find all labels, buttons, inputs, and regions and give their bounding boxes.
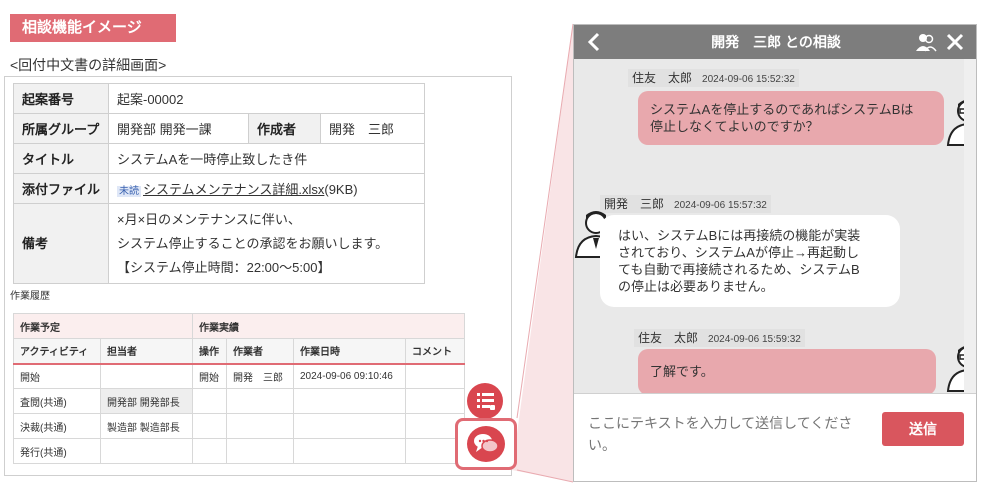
row-comment [405,363,465,389]
users-icon[interactable] [914,32,938,52]
close-icon[interactable] [946,33,964,51]
document-info-table: 起案番号 起案-00002 所属グループ 開発部 開発一課 作成者 開発 三郎 … [13,83,425,284]
row-datetime [293,388,406,414]
message-line: ても自動で再接続されるため、システムB [618,262,860,277]
message-input[interactable] [588,412,868,462]
history-label: 作業履歴 [10,291,50,302]
row-activity: 開始 [13,363,101,389]
creator-label: 作成者 [248,113,321,144]
row-worker [226,388,294,414]
plan-group-header: 作業予定 [13,313,193,339]
row-worker: 開発 三郎 [226,363,294,389]
message-bubble: システムAを停止するのであればシステムBは 停止しなくてよいのですか？ [638,91,944,145]
attachment-label: 添付ファイル [13,173,109,204]
col-assignee: 担当者 [100,338,193,365]
sender-name: 住友 太郎 [638,331,699,345]
remarks-line: システム停止することの承認をお願いします。 [117,235,389,251]
row-operation [192,438,227,464]
row-datetime [293,438,406,464]
table-row: 開始 開始 開発 三郎 2024-09-06 09:10:46 [13,363,465,389]
message-line: の停止は必要ありません。 [618,279,774,294]
message-meta: 住友 太郎 2024-09-06 15:52:32 [628,69,799,87]
message-bubble: はい、システムBには再接続の機能が実装 されており、システムAが停止→再起動し … [600,215,900,307]
message-line: 停止しなくてよいのですか？ [650,119,819,134]
remarks-line: 【システム停止時間：22:00〜5:00】 [117,259,331,275]
remarks-value: ×月×日のメンテナンスに伴い、 システム停止することの承認をお願いします。 【シ… [108,203,425,284]
proposal-no-label: 起案番号 [13,83,109,114]
document-detail-panel: 起案番号 起案-00002 所属グループ 開発部 開発一課 作成者 開発 三郎 … [4,76,512,476]
title-label: タイトル [13,143,109,174]
message-line: されており、システムAが停止→再起動し [618,245,859,260]
message-line: はい、システムBには再接続の機能が実装 [618,228,861,243]
chat-icon [474,434,499,453]
message-meta: 住友 太郎 2024-09-06 15:59:32 [634,329,805,347]
row-worker [226,438,294,464]
chat-scrollbar[interactable] [964,59,976,393]
send-button[interactable]: 送信 [882,412,964,446]
table-row: 査閲(共通) 開発部 開発部長 [13,388,465,414]
row-datetime [293,413,406,439]
message-time: 2024-09-06 15:57:32 [674,200,767,211]
col-comment: コメント [405,338,465,365]
row-operation: 開始 [192,363,227,389]
title-value: システムAを一時停止致したき件 [108,143,425,174]
chat-fab-button[interactable] [467,426,505,462]
sender-name: 住友 太郎 [632,71,693,85]
row-assignee [100,438,193,464]
row-activity: 査閲(共通) [13,388,101,414]
message-time: 2024-09-06 15:52:32 [702,74,795,85]
message-bubble: 了解です。 [638,349,936,395]
row-assignee: 製造部 製造部長 [100,413,193,439]
list-fab-button[interactable] [467,383,503,419]
creator-value: 開発 三郎 [320,113,425,144]
consultation-chat-panel: 開発 三郎 との相談 住友 太郎 2024-09-06 15:52:32 システム… [573,24,977,482]
group-value: 開発部 開発一課 [108,113,249,144]
row-operation [192,388,227,414]
attachment-size: (9KB) [324,182,358,197]
row-comment [405,388,465,414]
row-worker [226,413,294,439]
col-activity: アクティビティ [13,338,101,365]
message-list[interactable]: 住友 太郎 2024-09-06 15:52:32 システムAを停止するのであれば… [574,59,976,395]
unread-badge: 未読 [117,186,141,197]
col-worker: 作業者 [226,338,294,365]
message-time: 2024-09-06 15:59:32 [708,334,801,345]
list-icon [477,393,495,410]
message-meta: 開発 三郎 2024-09-06 15:57:32 [600,195,771,213]
remarks-line: ×月×日のメンテナンスに伴い、 [117,211,301,227]
table-row: 決裁(共通) 製造部 製造部長 [13,413,465,439]
table-row: 発行(共通) [13,438,465,464]
message-composer: 送信 [574,393,976,481]
message-line: 了解です。 [650,364,714,379]
row-assignee: 開発部 開発部長 [100,388,193,414]
message-line: システムAを停止するのであればシステムBは [650,102,914,117]
actual-group-header: 作業実績 [192,313,465,339]
row-datetime: 2024-09-06 09:10:46 [293,363,406,389]
screen-subtitle: <回付中文書の詳細画面> [10,57,167,73]
attachment-cell: 未読 システムメンテナンス詳細.xlsx(9KB) [108,173,425,204]
chat-fab-highlight [455,418,517,470]
remarks-label: 備考 [13,203,109,284]
page-badge: 相談機能イメージ [10,14,176,42]
work-history-table: 作業予定 作業実績 アクティビティ 担当者 操作 作業者 作業日時 コメント 開… [13,313,465,464]
row-operation [192,413,227,439]
row-assignee [100,363,193,389]
proposal-no-value: 起案-00002 [108,83,425,114]
col-operation: 操作 [192,338,227,365]
col-datetime: 作業日時 [293,338,406,365]
row-activity: 決裁(共通) [13,413,101,439]
row-activity: 発行(共通) [13,438,101,464]
chat-header: 開発 三郎 との相談 [574,25,976,59]
group-label: 所属グループ [13,113,109,144]
attachment-file-link[interactable]: システムメンテナンス詳細.xlsx [143,182,324,197]
